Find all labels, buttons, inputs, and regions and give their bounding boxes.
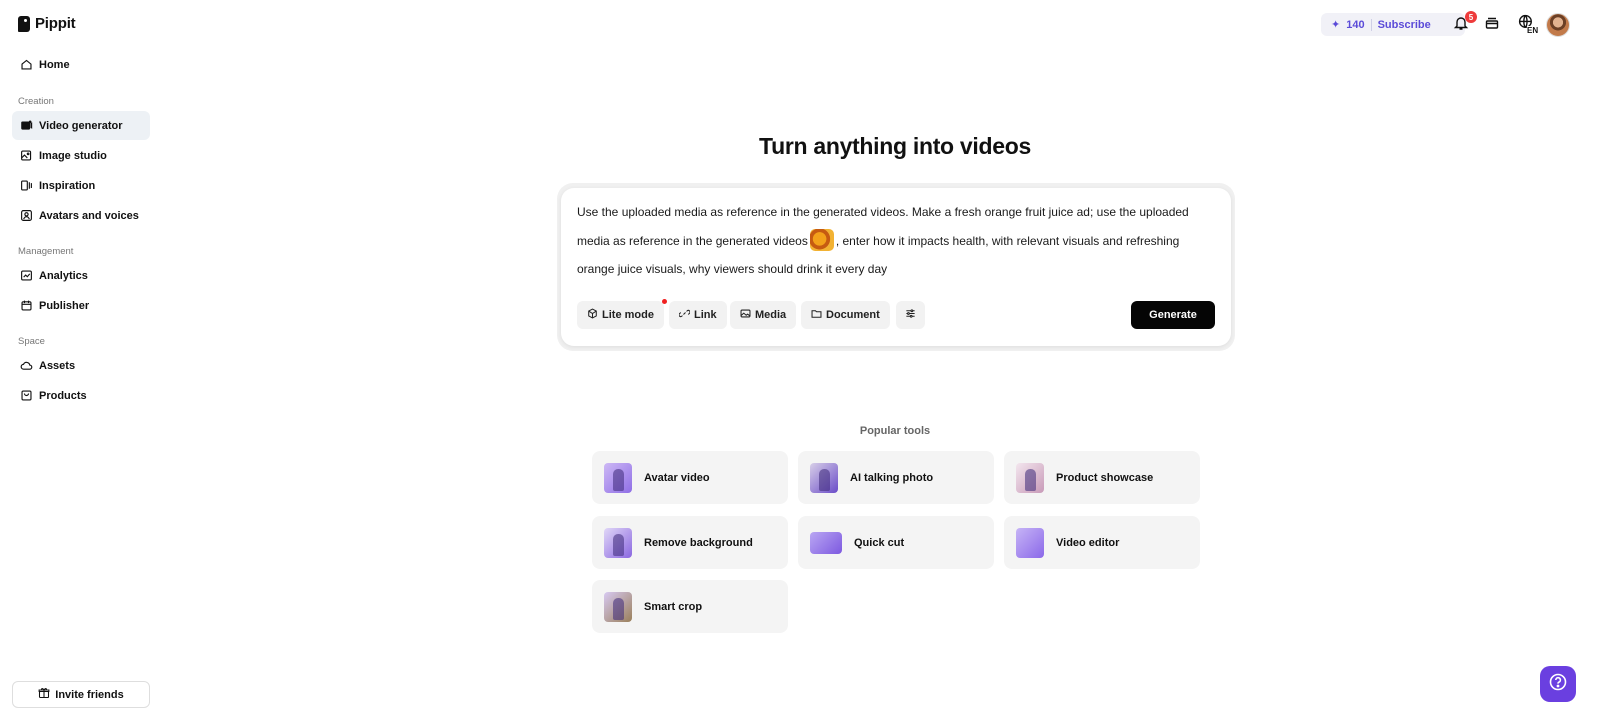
user-avatar[interactable]	[1546, 13, 1570, 37]
sparkle-icon: ✦	[1331, 19, 1341, 31]
stack-icon	[1484, 15, 1500, 36]
sidebar-item-label: Inspiration	[39, 179, 96, 192]
credits-subscribe-bar[interactable]: ✦ 140 Subscribe	[1321, 13, 1465, 36]
tool-avatar-video[interactable]: Avatar video	[592, 451, 788, 504]
invite-friends-button[interactable]: Invite friends	[12, 681, 150, 708]
generate-button[interactable]: Generate	[1131, 301, 1215, 329]
section-label-management: Management	[18, 246, 74, 257]
quick-cut-thumbnail	[810, 531, 842, 554]
link-icon	[678, 308, 691, 322]
sidebar-item-label: Home	[39, 58, 70, 71]
tool-label: Quick cut	[854, 536, 905, 549]
sidebar-item-label: Video generator	[39, 119, 123, 132]
smart-crop-thumbnail	[604, 591, 632, 622]
inspiration-icon	[19, 179, 33, 193]
tool-remove-background[interactable]: Remove background	[592, 516, 788, 569]
lite-mode-button[interactable]: Lite mode	[577, 299, 667, 329]
sidebar-item-label: Products	[39, 389, 87, 402]
analytics-icon	[19, 269, 33, 283]
product-showcase-thumbnail	[1016, 462, 1044, 493]
media-label: Media	[755, 309, 787, 321]
subscribe-link[interactable]: Subscribe	[1378, 19, 1431, 31]
folder-icon	[811, 308, 822, 322]
sidebar-item-analytics[interactable]: Analytics	[12, 261, 150, 290]
pippit-logo-icon	[18, 15, 30, 32]
prompt-input[interactable]: Use the uploaded media as reference in t…	[577, 198, 1217, 284]
product-icon	[19, 389, 33, 403]
tool-smart-crop[interactable]: Smart crop	[592, 580, 788, 633]
remove-background-thumbnail	[604, 527, 632, 558]
sidebar: Pippit Home Creation Video generator Ima…	[0, 0, 160, 722]
document-button[interactable]: Document	[801, 301, 890, 329]
section-label-creation: Creation	[18, 96, 54, 107]
language-code: EN	[1527, 26, 1539, 35]
app-name: Pippit	[35, 15, 76, 32]
notifications-button[interactable]: 5	[1450, 11, 1477, 36]
sidebar-item-avatars-and-voices[interactable]: Avatars and voices	[12, 201, 150, 230]
sliders-icon	[905, 308, 916, 322]
sidebar-item-image-studio[interactable]: Image studio	[12, 141, 150, 170]
tool-label: AI talking photo	[850, 471, 934, 484]
avatar-icon	[19, 209, 33, 223]
sidebar-item-video-generator[interactable]: Video generator	[12, 111, 150, 140]
popular-tools-heading: Popular tools	[859, 425, 931, 437]
calendar-icon	[19, 299, 33, 313]
sidebar-item-publisher[interactable]: Publisher	[12, 291, 150, 320]
tool-label: Video editor	[1056, 536, 1120, 549]
image-icon	[740, 308, 751, 322]
cube-icon	[587, 308, 598, 322]
ai-talking-photo-thumbnail	[810, 462, 838, 493]
sidebar-item-inspiration[interactable]: Inspiration	[12, 171, 150, 200]
sidebar-item-home[interactable]: Home	[12, 50, 150, 79]
video-editor-thumbnail	[1016, 527, 1044, 558]
lite-mode-label: Lite mode	[602, 309, 654, 321]
tool-ai-talking-photo[interactable]: AI talking photo	[798, 451, 994, 504]
credits-count: 140	[1346, 18, 1365, 31]
sidebar-item-label: Image studio	[39, 149, 107, 162]
language-button[interactable]: EN	[1513, 14, 1539, 36]
link-label: Link	[694, 309, 717, 321]
settings-button[interactable]	[896, 301, 925, 329]
link-button[interactable]: Link	[669, 301, 727, 329]
sidebar-item-assets[interactable]: Assets	[12, 351, 150, 380]
video-generator-icon	[19, 119, 33, 133]
sidebar-item-label: Assets	[39, 359, 76, 372]
notification-badge: 5	[1465, 11, 1477, 23]
tool-label: Avatar video	[644, 471, 710, 484]
tool-product-showcase[interactable]: Product showcase	[1004, 451, 1200, 504]
help-button[interactable]	[1540, 666, 1576, 702]
tool-label: Remove background	[644, 536, 753, 549]
gift-icon	[38, 687, 50, 702]
sidebar-item-label: Avatars and voices	[39, 209, 139, 222]
sidebar-item-label: Analytics	[39, 269, 88, 282]
sidebar-item-label: Publisher	[39, 299, 90, 312]
divider	[1370, 18, 1372, 31]
document-label: Document	[826, 309, 880, 321]
sidebar-item-products[interactable]: Products	[12, 381, 150, 410]
media-button[interactable]: Media	[730, 301, 797, 329]
uploaded-media-thumbnail[interactable]	[809, 229, 834, 252]
tool-label: Smart crop	[644, 600, 703, 613]
cloud-icon	[19, 359, 33, 373]
tool-video-editor[interactable]: Video editor	[1004, 516, 1200, 569]
prompt-card: Use the uploaded media as reference in t…	[561, 188, 1231, 346]
section-label-space: Space	[18, 336, 45, 347]
invite-friends-label: Invite friends	[55, 688, 124, 701]
tasks-button[interactable]	[1481, 14, 1503, 36]
image-studio-icon	[19, 149, 33, 163]
page-title: Turn anything into videos	[759, 133, 1031, 159]
tool-label: Product showcase	[1056, 471, 1154, 484]
home-icon	[19, 58, 33, 72]
question-icon	[1548, 672, 1568, 697]
app-logo[interactable]: Pippit	[18, 15, 76, 32]
avatar-video-thumbnail	[604, 462, 632, 493]
tool-quick-cut[interactable]: Quick cut	[798, 516, 994, 569]
new-indicator-dot	[661, 299, 667, 304]
